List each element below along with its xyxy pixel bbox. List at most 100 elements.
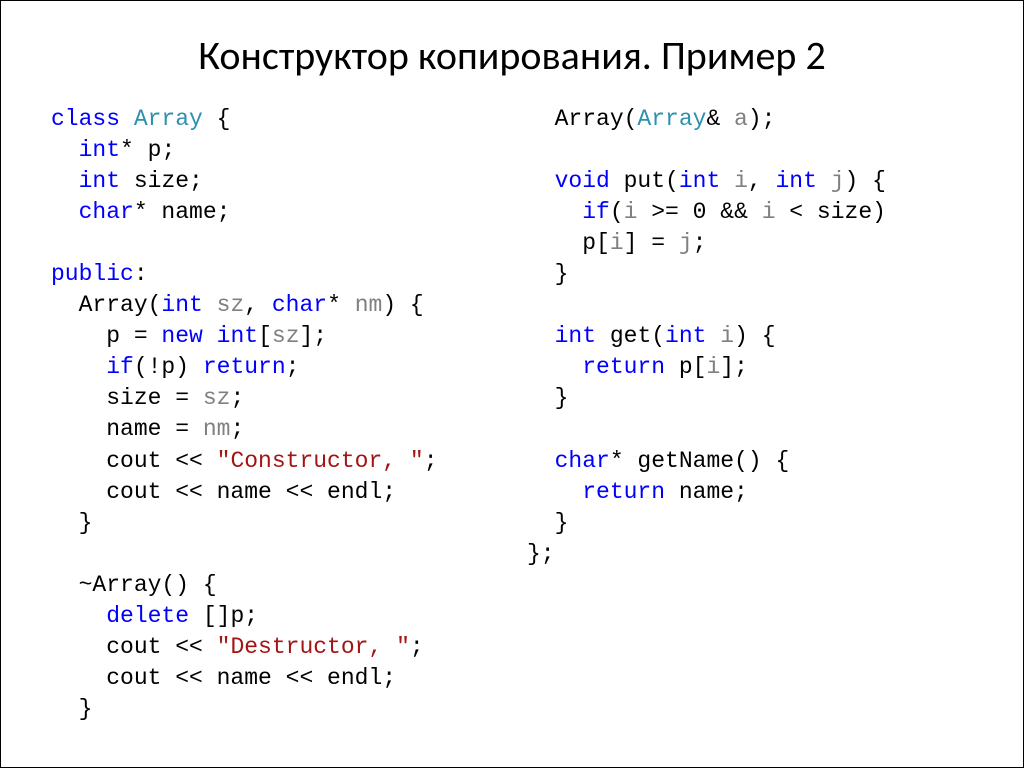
code: } [51,696,92,722]
kw-new: new [161,323,202,349]
code: ]; [720,354,748,380]
code: get( [596,323,665,349]
str-dtor: "Destructor, " [217,634,410,660]
kw-char: char [272,292,327,318]
code: ] = [624,230,679,256]
code: ; [286,354,300,380]
code: ; [230,416,244,442]
code: & [706,106,734,132]
code: size; [120,168,203,194]
kw-if: if [106,354,134,380]
id-j: j [831,168,845,194]
kw-int: int [776,168,817,194]
code: Array( [51,292,161,318]
code: , [244,292,272,318]
code: < size) [776,199,886,225]
code: ~Array() { [51,572,217,598]
code: ; [230,385,244,411]
kw-char: char [555,448,610,474]
code: cout << name << endl; [51,665,396,691]
code-column-left: class Array { int* p; int size; char* na… [51,104,497,725]
code: }; [527,541,555,567]
code-column-right: Array(Array& a); void put(int i, int j) … [497,104,973,725]
code: } [51,510,92,536]
code: ; [410,634,424,660]
code: ); [748,106,776,132]
code [527,479,582,505]
code: * [327,292,355,318]
code: >= 0 && [637,199,761,225]
kw-char: char [79,199,134,225]
id-i: i [706,354,720,380]
code: []p; [189,603,258,629]
code [527,199,582,225]
code [203,323,217,349]
kw-int: int [79,168,120,194]
code: ; [693,230,707,256]
id-nm: nm [355,292,383,318]
code: put( [610,168,679,194]
code: name; [665,479,748,505]
id-sz: sz [217,292,245,318]
code: cout << [51,448,217,474]
code: Array( [527,106,637,132]
code: } [527,261,568,287]
code: p[ [527,230,610,256]
code: * name; [134,199,231,225]
code [706,323,720,349]
kw-int: int [555,323,596,349]
code: size = [51,385,203,411]
id-nm: nm [203,416,231,442]
slide: Конструктор копирования. Пример 2 class … [0,0,1024,768]
kw-int: int [665,323,706,349]
code [527,354,582,380]
code [527,168,555,194]
kw-void: void [555,168,610,194]
code [51,354,106,380]
code: } [527,510,568,536]
code [817,168,831,194]
sym: { [217,106,231,132]
code: (!p) [134,354,203,380]
str-ctor: "Constructor, " [217,448,424,474]
code: * p; [120,137,175,163]
code: p = [51,323,161,349]
id-sz: sz [272,323,300,349]
code [51,603,106,629]
code: ) { [382,292,423,318]
kw-delete: delete [106,603,189,629]
kw-int: int [217,323,258,349]
code: } [527,385,568,411]
code-columns: class Array { int* p; int size; char* na… [51,104,973,725]
kw-if: if [582,199,610,225]
code: cout << [51,634,217,660]
ty-array-1: Array [134,106,203,132]
code [527,448,555,474]
id-sz: sz [203,385,231,411]
kw-public: public [51,261,134,287]
id-i: i [610,230,624,256]
code: ( [610,199,624,225]
code [203,292,217,318]
kw-int: int [161,292,202,318]
code: name = [51,416,203,442]
code [527,323,555,349]
id-i: i [720,323,734,349]
code: ]; [300,323,328,349]
code: : [134,261,148,287]
ty-array-2: Array [637,106,706,132]
kw-return: return [582,354,665,380]
code: ) { [845,168,886,194]
code: p[ [665,354,706,380]
kw-class: class [51,106,120,132]
code: [ [258,323,272,349]
kw-int: int [679,168,720,194]
slide-title: Конструктор копирования. Пример 2 [51,31,973,80]
code: cout << name << endl; [51,479,396,505]
code: , [748,168,776,194]
kw-int: int [79,137,120,163]
id-j: j [679,230,693,256]
kw-return: return [582,479,665,505]
id-i: i [762,199,776,225]
id-i: i [734,168,748,194]
